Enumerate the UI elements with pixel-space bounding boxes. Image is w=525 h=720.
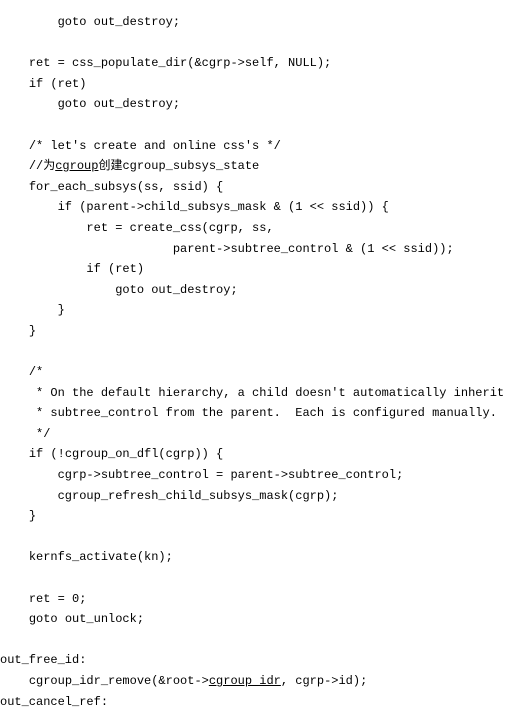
code-block: goto out_destroy; ret = css_populate_dir…	[0, 0, 525, 720]
underlined-text: cgroup	[55, 159, 98, 173]
underlined-text: cgroup idr	[209, 674, 281, 688]
